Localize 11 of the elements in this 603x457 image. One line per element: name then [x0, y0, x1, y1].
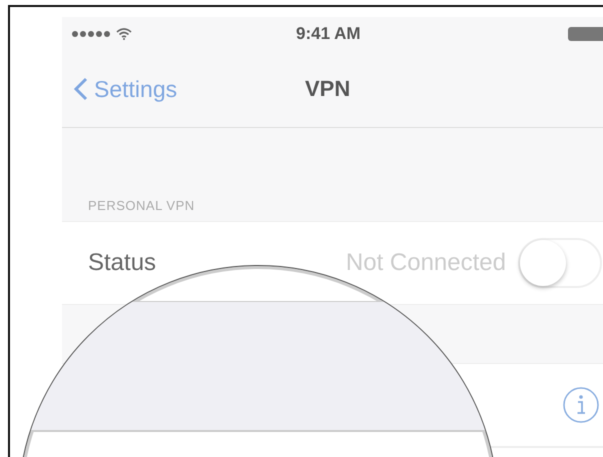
toggle-switch[interactable] — [518, 238, 602, 288]
section-header: PERSONAL VPN — [87, 198, 196, 215]
wifi-icon — [116, 28, 132, 40]
chevron-left-icon — [74, 77, 88, 101]
battery-icon — [568, 26, 603, 42]
info-icon[interactable] — [562, 386, 600, 424]
back-button[interactable]: Settings — [74, 76, 178, 102]
signal-icon — [72, 31, 110, 37]
row-label: Status — [88, 249, 156, 277]
status-time: 9:41 AM — [296, 24, 361, 44]
nav-title: VPN — [305, 76, 350, 102]
